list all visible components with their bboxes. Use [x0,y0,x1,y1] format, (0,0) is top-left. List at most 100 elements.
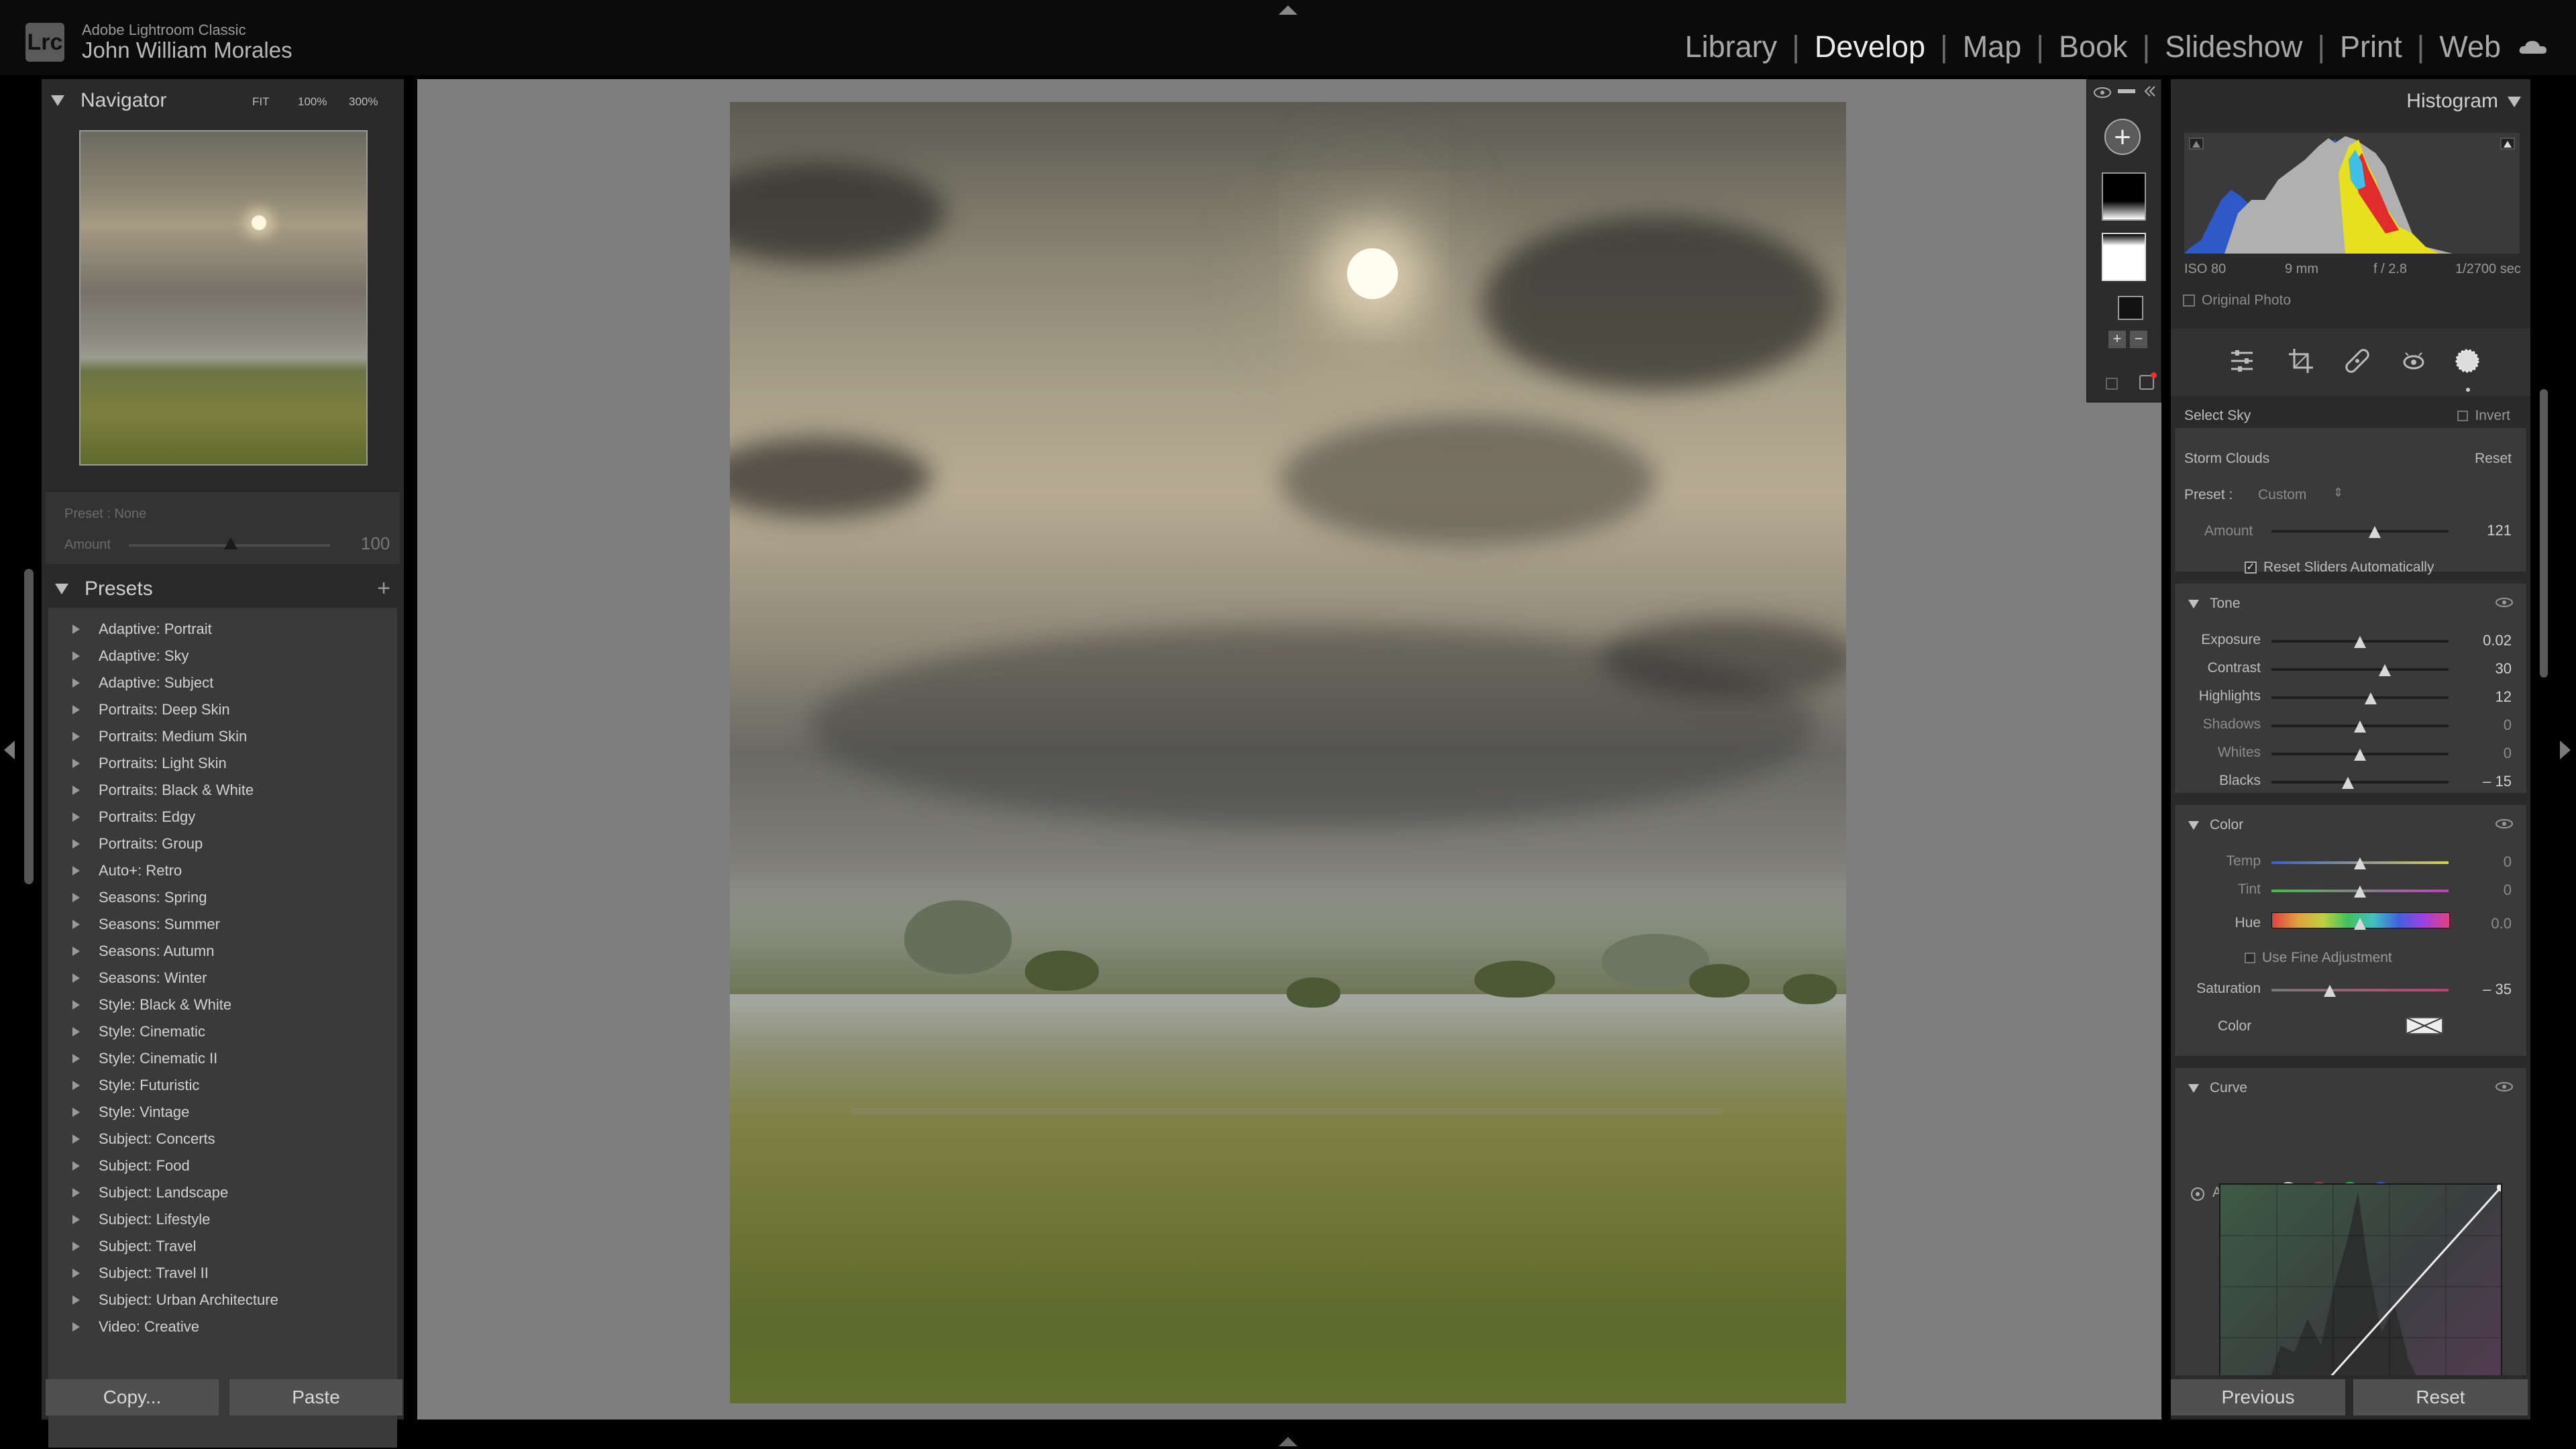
preset-item[interactable]: Adaptive: Sky [48,643,397,669]
subtract-component-icon[interactable]: − [2130,331,2147,348]
mask-thumbnail[interactable] [2102,172,2146,221]
preset-item[interactable]: Subject: Landscape [48,1179,397,1206]
preset-item[interactable]: Portraits: Edgy [48,804,397,830]
expand-triangle-icon[interactable] [72,893,80,902]
preset-item[interactable]: Subject: Food [48,1152,397,1179]
preset-item[interactable]: Seasons: Autumn [48,938,397,965]
module-web[interactable]: Web [2438,30,2502,64]
tone-slider-thumb[interactable] [2354,636,2366,648]
expand-triangle-icon[interactable] [72,1161,80,1171]
curve-header[interactable]: Curve [2188,1080,2247,1096]
tone-slider-thumb[interactable] [2378,664,2391,676]
add-component-icon[interactable]: + [2108,331,2126,348]
expand-triangle-icon[interactable] [72,1081,80,1090]
eye-icon[interactable] [2094,87,2111,99]
expand-triangle-icon[interactable] [72,1215,80,1224]
expand-triangle-icon[interactable] [72,786,80,795]
tone-slider-value[interactable]: 12 [2496,688,2512,706]
add-mask-button[interactable]: + [2104,119,2141,155]
tone-slider-track[interactable] [2271,668,2449,671]
red-eye-icon[interactable] [2399,346,2428,376]
expand-triangle-icon[interactable] [72,839,80,849]
reset-button[interactable]: Reset [2353,1379,2528,1415]
previous-button[interactable]: Previous [2171,1379,2345,1415]
mask-preset-dropdown[interactable]: Custom [2258,487,2306,503]
expand-triangle-icon[interactable] [72,1295,80,1305]
tone-slider-track[interactable] [2271,781,2449,784]
tone-slider-thumb[interactable] [2354,720,2366,733]
tone-slider-value[interactable]: 0 [2504,716,2512,734]
mask-thumbnail-selected[interactable] [2102,233,2146,281]
fine-adjust-toggle[interactable]: Use Fine Adjustment [2245,950,2392,966]
preset-amount-thumb[interactable] [224,537,237,549]
module-print[interactable]: Print [2339,30,2404,64]
expand-triangle-icon[interactable] [72,1108,80,1117]
collapse-double-chevron-icon[interactable] [2143,85,2157,97]
original-photo-toggle[interactable]: Original Photo [2183,292,2291,309]
eye-icon[interactable] [2496,818,2513,829]
color-header[interactable]: Color [2188,817,2243,833]
top-panel-toggle-icon[interactable] [1279,4,1297,15]
mask-amount-value[interactable]: 121 [2487,522,2512,539]
fine-adjust-checkbox[interactable] [2245,953,2255,963]
preset-item[interactable]: Portraits: Group [48,830,397,857]
preset-item[interactable]: Style: Black & White [48,991,397,1018]
tone-slider-thumb[interactable] [2341,777,2354,789]
collapse-triangle-icon[interactable] [55,584,68,594]
tone-slider-value[interactable]: 30 [2496,660,2512,678]
tint-value[interactable]: 0 [2504,881,2512,899]
paste-button[interactable]: Paste [229,1379,402,1415]
expand-triangle-icon[interactable] [72,973,80,983]
preset-item[interactable]: Seasons: Summer [48,911,397,938]
saturation-value[interactable]: – 35 [2483,981,2512,998]
expand-triangle-icon[interactable] [72,1000,80,1010]
mask-amount-track[interactable] [2271,530,2449,533]
module-book[interactable]: Book [2057,30,2129,64]
tone-slider-value[interactable]: – 15 [2483,773,2512,790]
histogram-graph[interactable] [2184,133,2520,254]
tone-slider-value[interactable]: 0.02 [2483,632,2512,649]
preset-item[interactable]: Auto+: Retro [48,857,397,884]
expand-triangle-icon[interactable] [72,1134,80,1144]
preset-item[interactable]: Subject: Urban Architecture [48,1287,397,1313]
preset-item[interactable]: Subject: Lifestyle [48,1206,397,1233]
tone-header[interactable]: Tone [2188,596,2241,612]
module-map[interactable]: Map [1962,30,2023,64]
cloud-sync-icon[interactable] [2518,39,2548,55]
expand-triangle-icon[interactable] [72,1269,80,1278]
right-panel-toggle-icon[interactable] [2560,741,2571,759]
expand-triangle-icon[interactable] [72,705,80,714]
loupe-view[interactable] [417,79,2161,1419]
temp-thumb[interactable] [2354,857,2366,869]
main-photo[interactable] [730,102,1846,1403]
preset-item[interactable]: Style: Futuristic [48,1072,397,1099]
preset-item[interactable]: Style: Cinematic [48,1018,397,1045]
zoom-300-option[interactable]: 300% [349,95,378,109]
preset-item[interactable]: Style: Vintage [48,1099,397,1126]
collapse-triangle-icon[interactable] [2508,97,2521,107]
expand-triangle-icon[interactable] [72,812,80,822]
tone-slider-track[interactable] [2271,696,2449,699]
healing-icon[interactable] [2343,346,2372,376]
expand-triangle-icon[interactable] [72,1027,80,1036]
left-panel-toggle-icon[interactable] [4,741,15,759]
expand-triangle-icon[interactable] [72,1242,80,1251]
filmstrip-toggle-icon[interactable] [1279,1436,1297,1446]
preset-item[interactable]: Portraits: Deep Skin [48,696,397,723]
tone-slider-value[interactable]: 0 [2504,745,2512,762]
presets-header[interactable]: Presets + [46,568,400,610]
preset-item[interactable]: Portraits: Medium Skin [48,723,397,750]
tone-slider-thumb[interactable] [2354,749,2366,761]
copy-button[interactable]: Copy... [46,1379,219,1415]
minimize-icon[interactable] [2118,89,2135,93]
edit-sliders-icon[interactable] [2227,346,2257,376]
expand-triangle-icon[interactable] [72,759,80,768]
target-adjust-icon[interactable] [2190,1186,2206,1202]
left-panel-scrollbar[interactable] [24,569,34,884]
expand-triangle-icon[interactable] [72,1054,80,1063]
saturation-thumb[interactable] [2324,985,2336,997]
expand-triangle-icon[interactable] [72,625,80,634]
mask-name[interactable]: Storm Clouds [2184,451,2269,467]
collapse-triangle-icon[interactable] [2188,599,2199,608]
preset-item[interactable]: Subject: Concerts [48,1126,397,1152]
